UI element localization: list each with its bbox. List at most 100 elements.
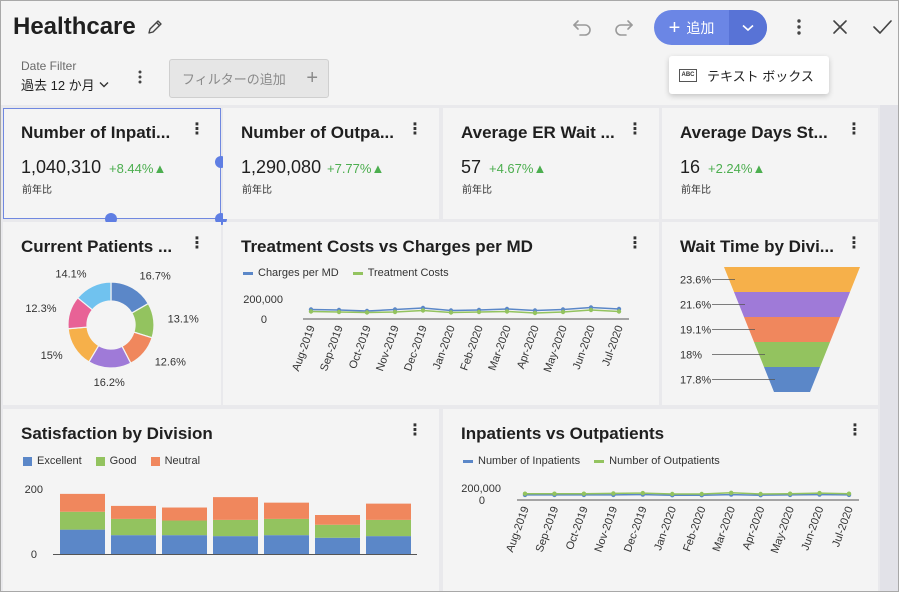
more-vertical-icon[interactable] (787, 15, 811, 39)
treatment-costs-tile[interactable]: Treatment Costs vs Charges per MD ⋮ Char… (223, 222, 659, 405)
y-tick-label: 0 (479, 495, 485, 507)
x-tick-label: Jul-2020 (600, 324, 626, 368)
more-vertical-icon[interactable] (133, 69, 147, 85)
date-filter[interactable]: Date Filter 過去 12 か月 (21, 59, 109, 94)
bar-segment (264, 535, 309, 554)
data-point (616, 309, 622, 314)
slice-label: 12.6% (155, 357, 186, 369)
date-filter-value[interactable]: 過去 12 か月 (21, 75, 109, 94)
x-tick-label: Apr-2020 (515, 324, 542, 371)
tile-title: Number of Inpati... (21, 123, 171, 142)
data-point (670, 491, 675, 497)
data-point (758, 491, 763, 497)
slice-label: 14.1% (55, 269, 86, 281)
more-vertical-icon[interactable]: ⋮ (407, 122, 423, 138)
bar-segment (213, 536, 258, 554)
x-tick-label: Aug-2019 (290, 324, 318, 373)
bar-segment (213, 519, 258, 537)
kpi-subtitle: 前年比 (242, 185, 272, 196)
donut-chart: 16.7% 13.1% 12.6% 16.2% 15% 12.3% 14.1% (25, 269, 199, 389)
data-point (581, 491, 587, 496)
x-tick-label: Jun-2020 (571, 324, 598, 371)
dashboard-header: Healthcare + 追加 Date Filter 過去 12 か月 フィル… (1, 1, 898, 105)
dashboard-frame: Healthcare + 追加 Date Filter 過去 12 か月 フィル… (0, 0, 899, 592)
slice-label: 16.7% (140, 271, 171, 283)
kpi-change: +8.44%▲ (109, 161, 167, 176)
data-point (504, 309, 510, 314)
more-vertical-icon[interactable]: ⋮ (627, 122, 643, 138)
kpi-change: +2.24%▲ (708, 161, 766, 176)
plus-icon: + (306, 67, 318, 89)
wait-time-tile[interactable]: Wait Time by Divi... ⋮ 23.6% 21.6% 19.1% 18… (662, 222, 878, 405)
plus-icon: + (668, 16, 681, 39)
x-tick-label: May-2020 (769, 505, 797, 555)
bar-segment (315, 524, 360, 538)
bar-segment (264, 518, 309, 536)
data-point (552, 491, 557, 496)
scrollbar-track[interactable] (880, 105, 898, 591)
data-point (420, 308, 426, 313)
text-box-icon: ABC (679, 68, 697, 82)
series-line (525, 492, 850, 495)
data-point (308, 309, 314, 314)
more-vertical-icon[interactable]: ⋮ (189, 122, 205, 138)
x-tick-label: Dec-2019 (622, 505, 650, 554)
kpi-value: 57 (461, 157, 482, 177)
data-point (588, 307, 594, 313)
bar-segment (60, 529, 105, 554)
data-point (817, 490, 822, 496)
close-icon[interactable] (828, 15, 852, 39)
kpi-change: +4.67%▲ (489, 161, 547, 176)
bar-segment (162, 507, 207, 521)
kpi-tile-outpatients[interactable]: Number of Outpa... ⋮ 1,290,080 +7.77%▲ 前… (223, 108, 439, 219)
more-vertical-icon[interactable]: ⋮ (846, 122, 862, 138)
funnel-segment (754, 342, 830, 367)
kpi-tile-inpatients[interactable]: Number of Inpati... ⋮ 1,040,310 +8.44%▲ … (3, 108, 221, 219)
add-button[interactable]: + 追加 (654, 10, 767, 45)
data-point (611, 491, 616, 496)
bar-segment (366, 536, 411, 554)
current-patients-tile[interactable]: Current Patients ... ⋮ 16.7% 13.1% 12.6% 16… (3, 222, 221, 405)
data-point (699, 491, 704, 497)
x-tick-label: Oct-2019 (564, 505, 591, 552)
add-main-button[interactable]: + 追加 (654, 10, 729, 45)
kpi-subtitle: 前年比 (681, 185, 711, 196)
data-point (364, 310, 370, 315)
kpi-tile-er-wait[interactable]: Average ER Wait ... ⋮ 57 +4.67%▲ 前年比 (443, 108, 659, 219)
redo-icon[interactable] (612, 15, 636, 39)
bar-segment (264, 502, 309, 519)
y-tick-label: 0 (31, 549, 37, 561)
bar-segment (111, 505, 156, 519)
undo-icon[interactable] (570, 15, 594, 39)
x-tick-label: Oct-2019 (347, 324, 374, 371)
x-tick-label: Apr-2020 (741, 505, 768, 552)
edit-icon[interactable] (145, 17, 165, 37)
bar-segment (315, 537, 360, 554)
date-filter-label: Date Filter (21, 59, 77, 73)
add-filter-button[interactable]: フィルターの追加 + (169, 59, 329, 98)
text-box-label: テキスト ボックス (707, 68, 814, 84)
check-icon[interactable] (870, 15, 894, 39)
x-tick-label: Dec-2019 (402, 324, 430, 373)
kpi-value: 1,290,080 (241, 157, 322, 177)
slice-label: 16.2% (94, 377, 125, 389)
bar-segment (366, 503, 411, 520)
add-dropdown-button[interactable] (729, 10, 767, 45)
funnel-label: 21.6% (680, 300, 711, 312)
bar-segment (213, 497, 258, 520)
funnel-label: 23.6% (680, 275, 711, 287)
data-point (728, 490, 734, 495)
x-tick-label: Sep-2019 (318, 324, 346, 373)
kpi-tile-avg-days[interactable]: Average Days St... ⋮ 16 +2.24%▲ 前年比 (662, 108, 878, 219)
slice-label: 15% (41, 350, 63, 362)
x-tick-label: May-2020 (542, 324, 570, 374)
bar-segment (315, 515, 360, 525)
inpatients-outpatients-tile[interactable]: Inpatients vs Outpatients ⋮ Number of In… (443, 409, 878, 591)
kpi-subtitle: 前年比 (22, 185, 52, 196)
add-button-label: 追加 (686, 19, 715, 36)
data-point (392, 309, 398, 315)
stacked-bar-chart: 2000 (25, 484, 417, 561)
text-box-menu-item[interactable]: ABC テキスト ボックス (669, 56, 829, 94)
y-tick-label: 0 (261, 314, 267, 326)
satisfaction-tile[interactable]: Satisfaction by Division ⋮ Excellent Goo… (3, 409, 439, 591)
